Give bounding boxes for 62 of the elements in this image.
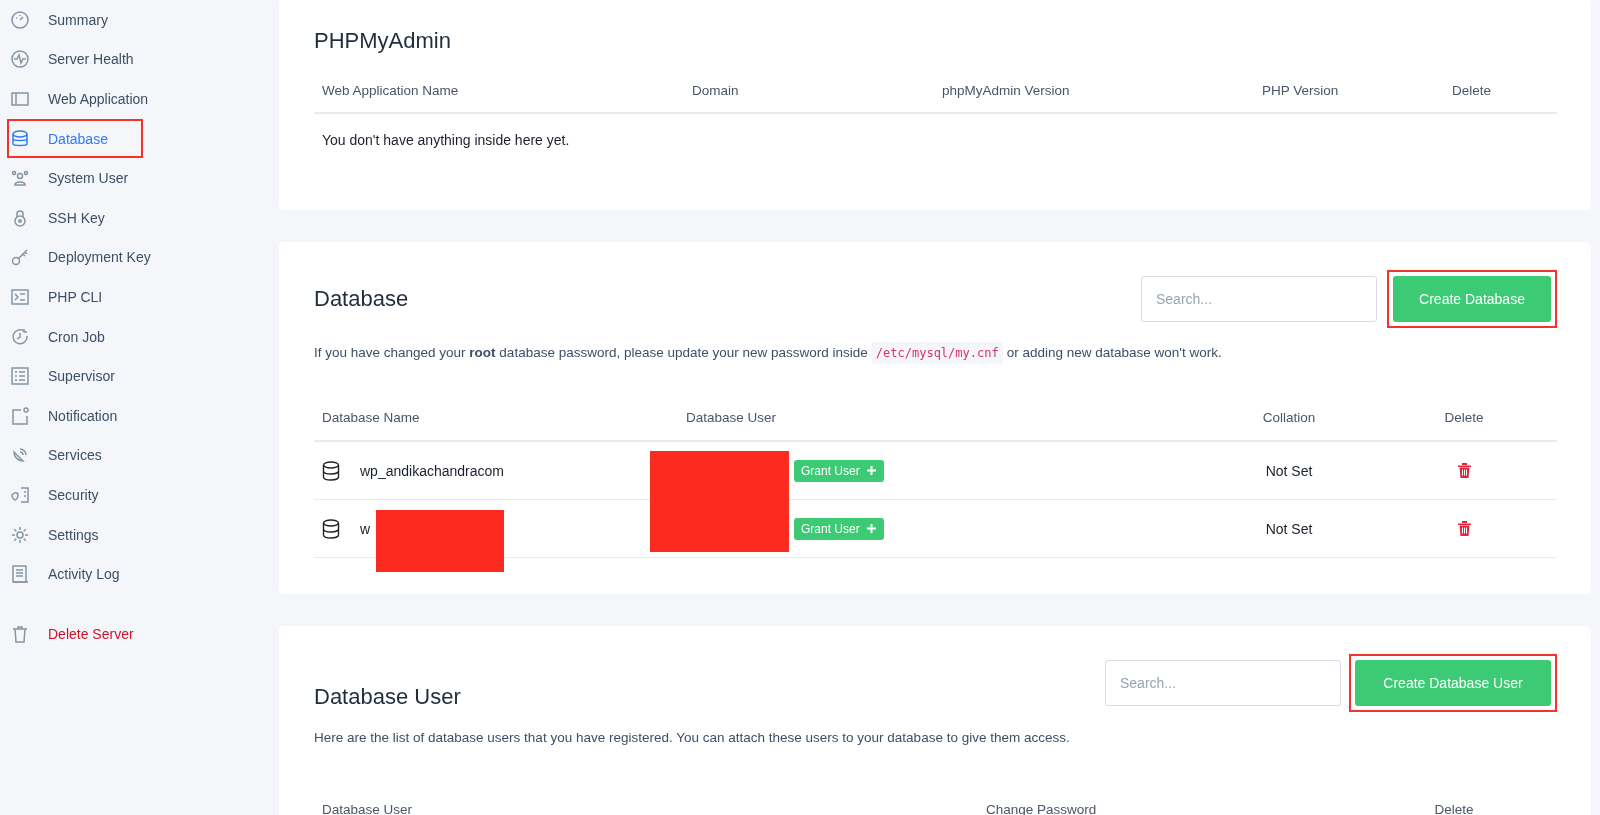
section-title: Database User — [314, 684, 461, 710]
trash-icon — [1457, 463, 1471, 478]
sidebar-item[interactable]: Security — [0, 475, 279, 515]
sidebar-item[interactable]: Deployment Key — [0, 237, 279, 278]
column-header: phpMyAdmin Version — [942, 82, 1071, 98]
notification-icon — [10, 405, 30, 426]
column-header: Database Name — [322, 409, 421, 425]
database-icon — [322, 518, 340, 539]
column-header: Domain — [692, 82, 740, 98]
checklist-icon — [10, 366, 30, 387]
plus-icon — [865, 523, 877, 534]
delete-button[interactable] — [1457, 463, 1471, 478]
column-header: PHP Version — [1262, 82, 1340, 98]
sidebar-item[interactable]: Settings — [0, 514, 279, 555]
gauge-icon — [10, 9, 30, 30]
plus-icon — [865, 465, 877, 476]
notice-text: If you have changed your root database password, please update your new password inside — [314, 344, 868, 362]
sidebar-item[interactable]: System User — [0, 158, 279, 198]
sidebar-item[interactable]: PHP CLI — [0, 277, 279, 317]
database-name: w — [360, 520, 371, 537]
key-icon — [10, 247, 30, 268]
search-field[interactable]: Search... — [1141, 276, 1377, 322]
database-icon — [10, 128, 30, 149]
document-icon — [10, 564, 30, 585]
search-field[interactable]: Search... — [1105, 660, 1341, 706]
terminal-icon — [10, 286, 30, 307]
sidebar-item[interactable]: Web Application — [0, 79, 279, 119]
empty-message: You don't have anything inside here yet. — [322, 132, 571, 148]
description-text: Here are the list of database users that you have registered. You can attach these users to your database to give them access. — [314, 729, 1070, 747]
database-name: wp_andikachandracom — [360, 462, 504, 479]
column-header: Database User — [322, 801, 414, 815]
sidebar-item[interactable]: Cron Job — [0, 316, 279, 357]
sidebar-item[interactable]: Database — [7, 118, 143, 159]
delete-server-link[interactable]: Delete Server — [0, 613, 279, 654]
section-title: PHPMyAdmin — [314, 28, 452, 54]
delete-button[interactable] — [1457, 521, 1471, 536]
collation-value: Not Set — [1264, 520, 1314, 537]
trash-icon — [1457, 521, 1471, 536]
trash-icon — [10, 623, 30, 644]
sidebar-item[interactable]: Services — [0, 435, 279, 476]
column-header: Collation — [1261, 409, 1317, 425]
column-header: Database User — [686, 409, 778, 425]
notice-text: or adding new database won't work. — [1006, 344, 1222, 362]
sidebar-item[interactable]: Summary — [0, 0, 279, 40]
section-title: Database — [314, 286, 409, 312]
panel-icon — [10, 89, 30, 109]
column-header: Delete — [1443, 409, 1485, 425]
sidebar-item[interactable]: Activity Log — [0, 554, 279, 594]
file-path: /etc/mysql/my.cnf — [871, 342, 1003, 364]
settings-icon — [10, 524, 30, 545]
sidebar-item[interactable]: SSH Key — [0, 197, 279, 238]
clock-icon — [10, 326, 30, 347]
sidebar-item[interactable]: Server Health — [0, 39, 279, 80]
users-icon — [10, 168, 30, 189]
database-icon — [322, 460, 340, 481]
column-header: Delete — [1452, 82, 1493, 98]
column-header: Web Application Name — [322, 82, 460, 98]
column-header: Delete — [1433, 801, 1475, 815]
sidebar-item[interactable]: Supervisor — [0, 356, 279, 396]
sidebar-item[interactable]: Notification — [0, 395, 279, 436]
pulse-icon — [10, 49, 30, 70]
collation-value: Not Set — [1264, 462, 1314, 479]
